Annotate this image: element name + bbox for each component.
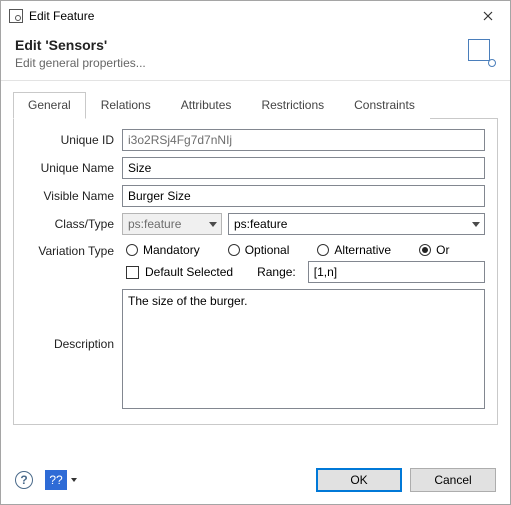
feature-icon [9, 9, 23, 23]
tab-bar: General Relations Attributes Restriction… [13, 91, 498, 119]
tab-restrictions[interactable]: Restrictions [246, 92, 339, 119]
radio-optional[interactable]: Optional [228, 243, 290, 257]
visible-name-field[interactable] [122, 185, 485, 207]
dialog-edit-feature: Edit Feature Edit 'Sensors' Edit general… [0, 0, 511, 505]
general-panel: Unique ID Unique Name Visible Name Class… [13, 119, 498, 425]
header-subtitle: Edit general properties... [15, 56, 496, 70]
cancel-button[interactable]: Cancel [410, 468, 496, 492]
tab-constraints[interactable]: Constraints [339, 92, 430, 119]
titlebar: Edit Feature [1, 1, 510, 31]
label-default-selected: Default Selected [145, 265, 233, 279]
checkbox-default-selected[interactable] [126, 266, 139, 279]
class-type-value: ps:feature [234, 217, 287, 231]
variation-radio-group: Mandatory Optional Alternative Or [122, 241, 485, 261]
label-visible-name: Visible Name [26, 189, 122, 203]
label-unique-id: Unique ID [26, 133, 122, 147]
ok-button[interactable]: OK [316, 468, 402, 492]
header-title: Edit 'Sensors' [15, 37, 496, 53]
label-variation-type: Variation Type [26, 241, 122, 258]
footer: ? ?? OK Cancel [1, 458, 510, 504]
tab-general[interactable]: General [13, 92, 86, 119]
unique-id-field [122, 129, 485, 151]
range-field[interactable] [308, 261, 485, 283]
header: Edit 'Sensors' Edit general properties..… [1, 31, 510, 80]
class-type-combo[interactable]: ps:feature [228, 213, 485, 235]
help-dropdown-button[interactable]: ?? [45, 470, 67, 490]
chevron-down-icon [209, 222, 217, 227]
chevron-down-icon [71, 478, 77, 482]
label-class-type: Class/Type [26, 217, 122, 231]
tab-attributes[interactable]: Attributes [166, 92, 247, 119]
radio-or[interactable]: Or [419, 243, 449, 257]
unique-name-field[interactable] [122, 157, 485, 179]
feature-large-icon [468, 39, 496, 67]
close-button[interactable] [465, 1, 510, 31]
description-field[interactable] [122, 289, 485, 409]
window-title: Edit Feature [29, 9, 465, 23]
label-description: Description [26, 289, 122, 351]
label-unique-name: Unique Name [26, 161, 122, 175]
help-button[interactable]: ? [15, 471, 33, 489]
chevron-down-icon [472, 222, 480, 227]
label-range: Range: [257, 265, 296, 279]
radio-mandatory[interactable]: Mandatory [126, 243, 200, 257]
class-fixed-value: ps:feature [128, 217, 181, 231]
close-icon [483, 11, 493, 21]
class-fixed-combo: ps:feature [122, 213, 222, 235]
radio-alternative[interactable]: Alternative [317, 243, 391, 257]
tab-relations[interactable]: Relations [86, 92, 166, 119]
help-icon: ? [20, 473, 27, 487]
